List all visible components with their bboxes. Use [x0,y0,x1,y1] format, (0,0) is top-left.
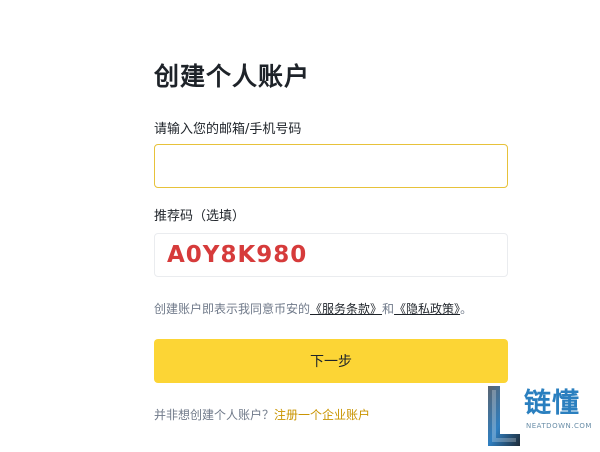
page-title: 创建个人账户 [154,62,311,91]
email-field-label: 请输入您的邮箱/手机号码 [154,122,302,137]
email-field[interactable] [154,144,508,188]
register-enterprise-link[interactable]: 注册一个企业账户 [274,408,370,422]
terms-prefix: 创建账户即表示我同意币安的 [154,302,311,316]
next-step-button[interactable]: 下一步 [154,339,508,383]
privacy-policy-link[interactable]: 《隐私政策》 [394,302,460,316]
referral-field-label: 推荐码（选填） [154,209,246,224]
watermark-domain: NEATDOWN.COM [526,422,592,430]
watermark-logo-icon [488,386,520,446]
terms-suffix: 。 [460,302,473,316]
create-account-page: 创建个人账户 请输入您的邮箱/手机号码 推荐码（选填） A0Y8K980 创建账… [0,0,600,452]
watermark-brand: 链懂 [524,388,580,419]
terms-and: 和 [382,302,395,316]
referral-code-value: A0Y8K980 [167,242,308,268]
site-watermark: 链懂 NEATDOWN.COM [486,382,598,448]
referral-field[interactable]: A0Y8K980 [154,233,508,277]
terms-of-service-link[interactable]: 《服务条款》 [310,302,382,316]
enterprise-question: 并非想创建个人账户？ [154,408,275,422]
terms-notice: 创建账户即表示我同意币安的《服务条款》和《隐私政策》。 [154,300,472,318]
enterprise-prompt: 并非想创建个人账户？注册一个企业账户 [154,406,370,424]
